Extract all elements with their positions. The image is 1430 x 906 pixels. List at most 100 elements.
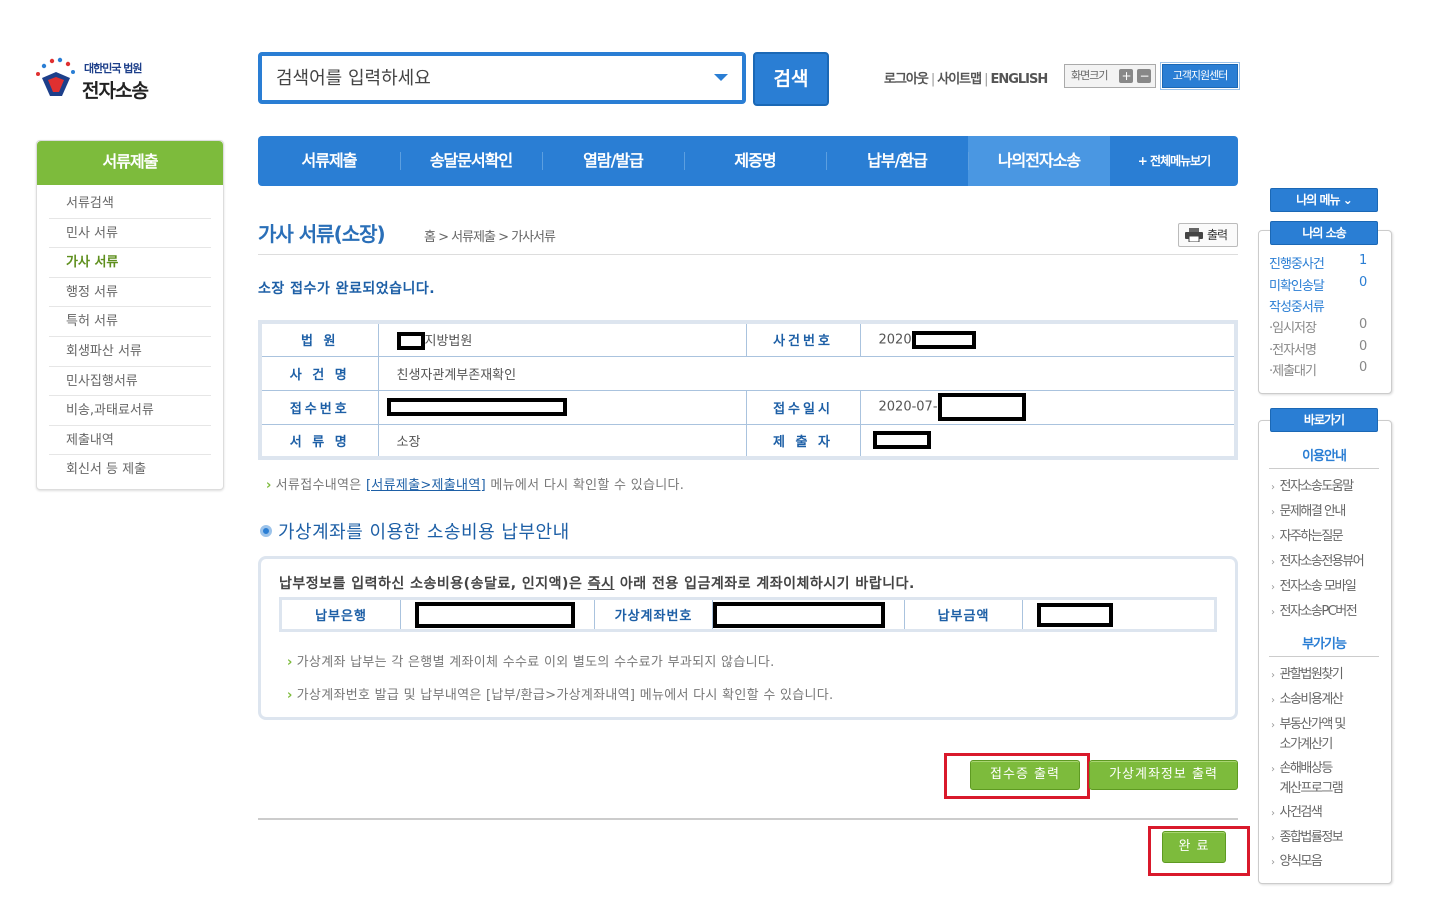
left-nav-item[interactable]: 가사 서류 [49,248,211,278]
complete-button[interactable]: 완 료 [1162,831,1226,863]
payment-message: 납부정보를 입력하신 소송비용(송달료, 인지액)은 즉시 아래 전용 입금계좌… [279,576,915,592]
extra-link[interactable]: › 소송비용계산 [1271,690,1344,711]
search-input[interactable] [262,56,682,100]
guide-title: 이용안내 [1269,445,1379,469]
extra-link[interactable]: › 사건검색 [1271,803,1323,824]
receipt-no-label: 접수번호 [259,389,379,425]
guide-link[interactable]: › 전자소송도움말 [1271,477,1354,498]
main-nav-items: 서류제출 송달문서확인 열람/발급 제증명 납부/환급 나의전자소송 [258,136,1110,186]
chevron-right-icon: › [1271,607,1275,618]
left-nav-item[interactable]: 민사집행서류 [49,367,211,397]
redacted-block [911,330,976,349]
receipt-print-button[interactable]: 접수증 출력 [970,760,1080,790]
search-button[interactable]: 검색 [753,52,829,106]
account-info-print-button[interactable]: 가상계좌정보 출력 [1089,760,1238,790]
my-case-item[interactable]: 미확인송달 0 [1269,275,1367,294]
main-nav-tab[interactable]: 열람/발급 [542,136,684,186]
main-nav-tab[interactable]: 납부/환급 [826,136,968,186]
table-row: 접수번호 접수일시 2020-07- [259,389,1237,425]
chevron-right-icon: › [1271,482,1275,493]
submitter-cell [859,423,1237,459]
my-case-tab[interactable]: 나의 소송 [1270,221,1378,245]
logout-link[interactable]: 로그아웃 [884,72,929,87]
payment-note-2: › 가상계좌번호 발급 및 납부내역은 [납부/환급>가상계좌내역] 메뉴에서 다… [287,688,834,703]
extra-link[interactable]: ›계산프로그램 [1271,779,1344,800]
my-case-item-count: 0 [1359,360,1367,375]
account-value-cell [712,598,905,631]
my-case-item[interactable]: ·임시저장 0 [1269,317,1367,336]
left-nav-item[interactable]: 비송,과태료서류 [49,396,211,426]
extra-link[interactable]: ›소가계산기 [1271,735,1334,756]
extra-link[interactable]: › 손해배상등 [1271,759,1333,780]
bullet-icon [260,525,272,537]
left-nav-item[interactable]: 회신서 등 제출 [49,455,211,485]
extra-link[interactable]: › 종합법률정보 [1271,828,1344,849]
my-case-item-label: ·임시저장 [1269,321,1317,336]
chevron-right-icon: › [1271,695,1275,706]
redacted-block [713,601,885,628]
my-case-item[interactable]: 작성중서류 [1269,296,1325,315]
payment-box: 납부정보를 입력하신 소송비용(송달료, 인지액)은 즉시 아래 전용 입금계좌… [258,556,1238,720]
court-logo[interactable]: 대한민국 법원 전자소송 [32,56,162,106]
chevron-right-icon: › [1271,720,1275,731]
my-case-item-label: 진행중사건 [1269,257,1325,272]
left-nav-item[interactable]: 민사 서류 [49,219,211,249]
guide-link[interactable]: › 전자소송전용뷰어 [1271,552,1365,573]
case-name-label: 사 건 명 [259,355,379,391]
bank-label: 납부은행 [280,598,401,631]
redacted-block [386,398,567,416]
help-center-button[interactable]: 고객지원센터 [1160,62,1240,90]
guide-link[interactable]: › 전자소송 모바일 [1271,577,1357,598]
zoom-out-button[interactable]: − [1137,69,1151,83]
dropdown-caret-icon[interactable] [714,74,728,81]
bottom-divider [258,818,1238,820]
print-button[interactable]: 출력 [1178,223,1238,247]
sitemap-link[interactable]: 사이트맵 [937,72,982,87]
payment-section-title: 가상계좌를 이용한 소송비용 납부안내 [260,518,570,544]
guide-link[interactable]: › 문제해결 안내 [1271,502,1346,523]
submitter-label: 제 출 자 [745,423,861,459]
chevron-right-icon: › [266,478,272,493]
english-link[interactable]: ENGLISH [990,72,1048,87]
redacted-block [1037,602,1113,627]
submission-history-link[interactable]: [서류제출>제출내역] [366,478,486,493]
extra-link[interactable]: › 부동산가액 및 [1271,715,1346,736]
all-menu-link[interactable]: + 전체메뉴보기 [1110,136,1238,186]
main-nav-tab[interactable]: 송달문서확인 [400,136,542,186]
breadcrumb: 홈 > 서류제출 > 가사서류 [424,230,556,245]
my-case-item[interactable]: ·제출대기 0 [1269,360,1367,379]
history-note: › 서류접수내역은 [서류제출>제출내역] 메뉴에서 다시 확인할 수 있습니다. [266,478,685,493]
chevron-right-icon: › [1271,764,1275,775]
case-no-cell: 2020 [859,321,1237,357]
receipt-date-value: 2020-07- [878,399,938,415]
left-nav-item[interactable]: 특허 서류 [49,307,211,337]
amount-value-cell [1022,598,1216,631]
left-nav-item[interactable]: 서류검색 [49,189,211,219]
search-box [258,52,746,104]
extra-link[interactable]: › 양식모음 [1271,852,1323,873]
my-case-item-count: 0 [1359,275,1367,290]
main-nav-tab[interactable]: 나의전자소송 [968,136,1110,186]
amount-label: 납부금액 [904,598,1023,631]
guide-link[interactable]: › 자주하는질문 [1271,527,1344,548]
printer-icon [1185,228,1203,242]
left-nav-item[interactable]: 제출내역 [49,426,211,456]
page-title: 가사 서류(소장) [258,222,386,246]
main-nav-tab[interactable]: 제증명 [684,136,826,186]
zoom-in-button[interactable]: + [1119,69,1133,83]
my-case-item[interactable]: 진행중사건 1 [1269,253,1367,272]
guide-link[interactable]: › 전자소송PC버전 [1271,602,1358,623]
table-row: 납부은행 가상계좌번호 납부금액 [280,598,1216,631]
left-nav-item[interactable]: 회생파산 서류 [49,337,211,367]
my-case-item[interactable]: ·전자서명 0 [1269,339,1367,358]
redacted-block [872,431,931,450]
left-nav-item[interactable]: 행정 서류 [49,278,211,308]
receipt-info-table: 법 원 지방법원 사건번호 2020 사 건 명 친생자관계부존재확인 접수번호… [258,320,1238,460]
extra-link[interactable]: › 관할법원찾기 [1271,665,1344,686]
doc-name-value: 소장 [377,423,747,459]
my-case-item-label: ·전자서명 [1269,343,1317,358]
main-nav-tab[interactable]: 서류제출 [258,136,400,186]
chevron-right-icon: › [1271,557,1275,568]
my-menu-button[interactable]: 나의 메뉴 ⌄ [1270,188,1378,212]
shortcut-tab[interactable]: 바로가기 [1270,408,1378,432]
